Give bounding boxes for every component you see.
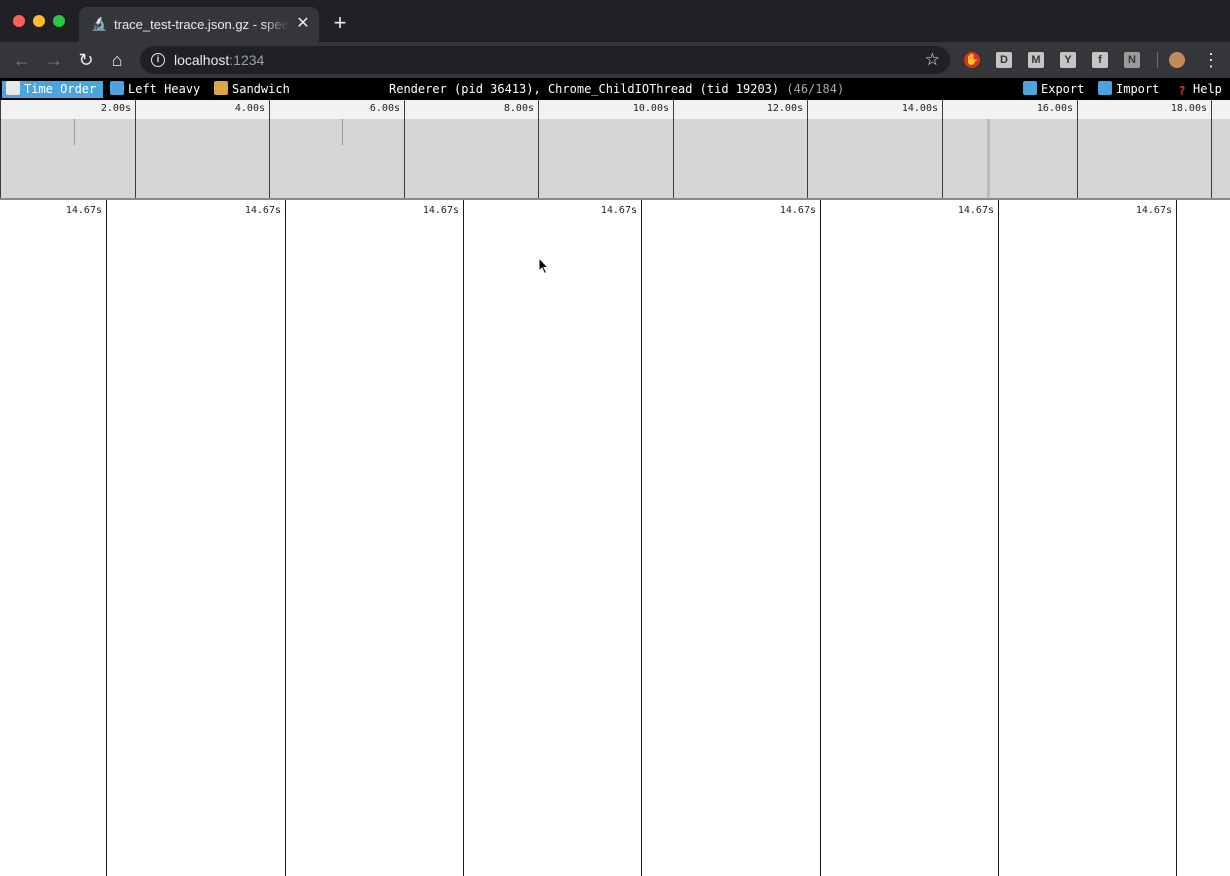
browser-toolbar: ← → ↻ ⌂ i localhost:1234 ☆ ✋ D M Y f N ⋮ <box>0 42 1230 78</box>
flamechart-tick <box>463 200 464 876</box>
minimap-tick <box>1211 100 1212 200</box>
minimap-tick <box>269 100 270 200</box>
flamechart-tick <box>998 200 999 876</box>
flamechart-tick-label: 14.67s <box>779 205 816 216</box>
minimap-tick-label: 4.00s <box>234 103 265 114</box>
import-icon <box>1098 81 1112 95</box>
tab-close-icon[interactable]: ✕ <box>294 15 312 33</box>
browser-tab-strip: 🔬 trace_test-trace.json.gz - speedscope … <box>0 0 1230 42</box>
minimap-tick-label: 6.00s <box>369 103 400 114</box>
flamechart-tick-label: 14.67s <box>957 205 994 216</box>
url-text[interactable]: localhost:1234 <box>174 51 264 69</box>
minimap-sample <box>74 119 75 145</box>
minimap-tick-label: 2.00s <box>100 103 131 114</box>
extension-n-icon[interactable]: N <box>1124 52 1140 68</box>
minimap-tick-label: 14.00s <box>901 103 938 114</box>
stop-hand-extension-icon[interactable]: ✋ <box>964 52 980 68</box>
minimize-window-button[interactable] <box>33 15 45 27</box>
new-tab-button[interactable]: + <box>330 12 350 34</box>
minimap-tick-label: 8.00s <box>503 103 534 114</box>
info-icon[interactable]: i <box>151 53 165 67</box>
tab-title: trace_test-trace.json.gz - speedscope <box>114 17 289 32</box>
minimap-tick <box>1077 100 1078 200</box>
minimap-viewport-marker[interactable] <box>987 119 990 198</box>
reload-icon[interactable]: ↻ <box>75 50 97 70</box>
back-icon[interactable]: ← <box>11 50 33 70</box>
extension-m-icon[interactable]: M <box>1028 52 1044 68</box>
browser-tab[interactable]: 🔬 trace_test-trace.json.gz - speedscope … <box>79 7 319 42</box>
flamechart-tick <box>1176 200 1177 876</box>
view-sandwich-button[interactable]: Sandwich <box>210 81 296 98</box>
minimap-tick-label: 16.00s <box>1036 103 1073 114</box>
import-button[interactable]: Import <box>1095 81 1159 98</box>
minimap-tick <box>807 100 808 200</box>
minimap-tick <box>404 100 405 200</box>
question-icon: ? <box>1178 84 1186 98</box>
minimap-tick-label: 12.00s <box>766 103 803 114</box>
microscope-icon: 🔬 <box>91 16 108 31</box>
flamechart-tick-label: 14.67s <box>422 205 459 216</box>
minimap-tick-label: 10.00s <box>632 103 669 114</box>
address-bar[interactable]: i localhost:1234 ☆ <box>140 46 950 74</box>
flamechart-tick <box>285 200 286 876</box>
flamechart-tick <box>641 200 642 876</box>
flamechart-tick-label: 14.67s <box>244 205 281 216</box>
arrow-left-icon <box>110 81 124 95</box>
sandwich-icon <box>214 81 228 95</box>
minimap-tick <box>942 100 943 200</box>
extension-d-icon[interactable]: D <box>996 52 1012 68</box>
extension-f-icon[interactable]: f <box>1092 52 1108 68</box>
minimap-tick-label: 18.00s <box>1170 103 1207 114</box>
flamechart-tick-label: 14.67s <box>600 205 637 216</box>
forward-icon[interactable]: → <box>43 50 65 70</box>
profile-avatar-icon[interactable] <box>1169 52 1185 68</box>
clock-icon <box>6 81 20 95</box>
export-button[interactable]: Export <box>1020 81 1084 98</box>
flamechart-tick <box>106 200 107 876</box>
view-time-order-button[interactable]: Time Order <box>2 81 103 98</box>
flamechart-tick <box>820 200 821 876</box>
extension-y-icon[interactable]: Y <box>1060 52 1076 68</box>
maximize-window-button[interactable] <box>53 15 65 27</box>
profile-count: (46/184) <box>786 82 845 96</box>
profile-title: Renderer (pid 36413), Chrome_ChildIOThre… <box>389 82 845 96</box>
help-button[interactable]: ? Help <box>1172 81 1222 98</box>
minimap-tick <box>673 100 674 200</box>
export-icon <box>1023 81 1037 95</box>
browser-menu-icon[interactable]: ⋮ <box>1202 50 1220 70</box>
minimap-tick <box>538 100 539 200</box>
flamechart-canvas[interactable]: 14.67s 14.67s 14.67s 14.67s 14.67s 14.67… <box>0 200 1230 876</box>
minimap[interactable]: 2.00s 4.00s 6.00s 8.00s 10.00s 12.00s 14… <box>0 100 1230 200</box>
mouse-cursor-icon <box>538 257 550 275</box>
toolbar-divider <box>1157 52 1158 68</box>
close-window-button[interactable] <box>13 15 25 27</box>
bookmark-star-icon[interactable]: ☆ <box>925 50 940 70</box>
speedscope-toolbar: Time Order Left Heavy Sandwich Renderer … <box>0 78 1230 100</box>
flamechart-tick-label: 14.67s <box>1135 205 1172 216</box>
view-left-heavy-button[interactable]: Left Heavy <box>106 81 207 98</box>
minimap-tick <box>0 100 1 200</box>
flamechart-tick-label: 14.67s <box>65 205 102 216</box>
minimap-sample <box>342 119 343 145</box>
home-icon[interactable]: ⌂ <box>106 50 128 70</box>
minimap-tick <box>135 100 136 200</box>
